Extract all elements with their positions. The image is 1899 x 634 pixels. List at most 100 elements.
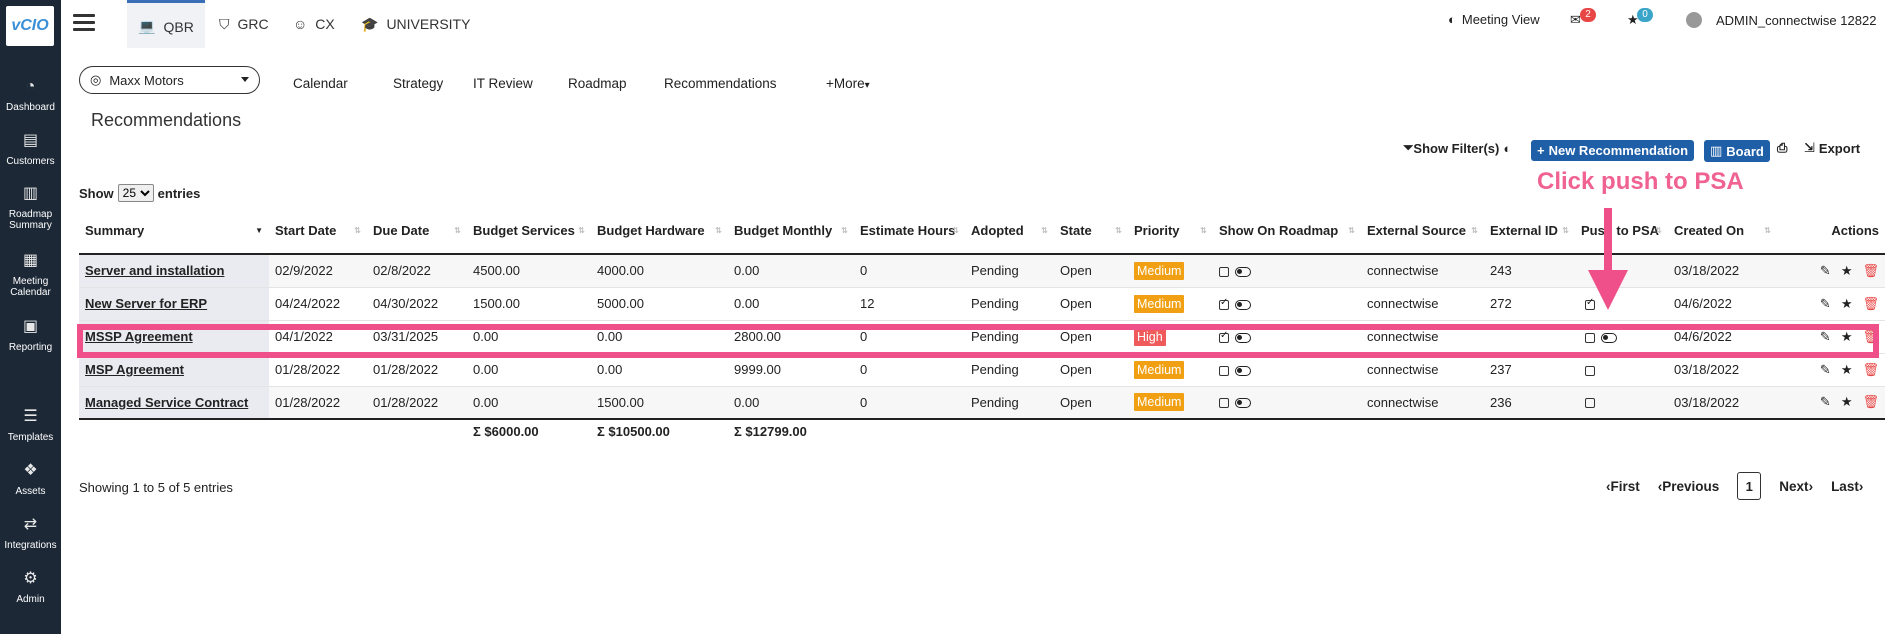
subnav-more[interactable]: +More▾	[826, 76, 870, 91]
subnav-calendar[interactable]: Calendar	[293, 76, 348, 91]
star-icon[interactable]: ★	[1841, 263, 1853, 278]
sidebar-item-dashboard[interactable]: ◔ Dashboard	[0, 78, 61, 113]
col-budget-services[interactable]: Budget Services ⇅	[467, 208, 591, 255]
trash-icon[interactable]: 🗑	[1862, 263, 1879, 278]
push-to-psa-checkbox[interactable]	[1585, 365, 1595, 376]
col-estimate-hours[interactable]: Estimate Hours ⇅	[854, 208, 965, 255]
col-push-to-psa[interactable]: Push to PSA ⇅	[1575, 208, 1668, 255]
export-button[interactable]: ⇲ Export	[1804, 140, 1860, 156]
totals-row: Σ $6000.00 Σ $10500.00 Σ $12799.00	[79, 418, 1885, 443]
trash-icon[interactable]: 🗑	[1862, 296, 1879, 311]
cell-priority: Medium	[1128, 385, 1213, 419]
meeting-view-toggle[interactable]: ◐ Meeting View	[1448, 12, 1540, 27]
sidebar-item-templates[interactable]: ☰ Templates	[0, 408, 61, 443]
meeting-view-label: Meeting View	[1461, 12, 1540, 27]
edit-icon[interactable]: ✎	[1820, 362, 1831, 377]
sidebar-item-label: Templates	[7, 432, 54, 443]
col-summary[interactable]: Summary ▼	[79, 208, 269, 255]
col-due-date[interactable]: Due Date ⇅	[367, 208, 467, 255]
roadmap-checkbox[interactable]	[1219, 398, 1229, 409]
col-priority[interactable]: Priority ⇅	[1128, 208, 1213, 255]
subnav-recommendations[interactable]: Recommendations	[664, 76, 777, 91]
col-external-source[interactable]: External Source ⇅	[1361, 208, 1484, 255]
cell-external-source: connectwise	[1361, 286, 1484, 320]
cell-budget-monthly: 0.00	[728, 385, 854, 419]
favorites-button[interactable]: ★ 0	[1627, 8, 1653, 28]
mail-count-badge: 2	[1580, 8, 1596, 22]
smile-icon: ☺	[293, 16, 308, 32]
row-summary-link[interactable]: New Server for ERP	[79, 286, 269, 320]
roadmap-toggle[interactable]	[1235, 299, 1251, 310]
edit-icon[interactable]: ✎	[1820, 394, 1831, 409]
roadmap-checkbox[interactable]	[1219, 365, 1229, 376]
show-filters-toggle[interactable]: ⏷ Show Filter(s) ◐	[1403, 140, 1511, 156]
sidebar-item-assets[interactable]: ❖ Assets	[0, 462, 61, 497]
edit-icon[interactable]: ✎	[1820, 263, 1831, 278]
next-page-link[interactable]: Next›	[1779, 479, 1813, 494]
trash-icon[interactable]: 🗑	[1862, 394, 1879, 409]
previous-page-link[interactable]: ‹Previous	[1658, 479, 1720, 494]
roadmap-toggle[interactable]	[1235, 266, 1251, 277]
col-state[interactable]: State ⇅	[1054, 208, 1128, 255]
sidebar-item-reporting[interactable]: ▣ Reporting	[0, 318, 61, 353]
entries-select[interactable]: 25	[117, 184, 154, 202]
tab-label: UNIVERSITY	[386, 16, 471, 32]
roadmap-checkbox[interactable]	[1219, 266, 1229, 277]
first-page-link[interactable]: ‹First	[1606, 479, 1640, 494]
sidebar-item-meeting-calendar[interactable]: ▦ Meeting Calendar	[0, 252, 61, 298]
roadmap-toggle[interactable]	[1235, 398, 1251, 409]
cell-state: Open	[1054, 385, 1128, 419]
sidebar-item-admin[interactable]: ⚙ Admin	[0, 570, 61, 605]
cell-estimate-hours: 0	[854, 253, 965, 287]
sidebar-item-customers[interactable]: ▤ Customers	[0, 132, 61, 167]
hamburger-menu-icon[interactable]	[73, 14, 95, 31]
tab-cx[interactable]: ☺ CX	[293, 0, 335, 48]
tab-university[interactable]: 🎓 UNIVERSITY	[361, 0, 470, 48]
more-label: +More	[826, 76, 865, 91]
col-external-id[interactable]: External ID ⇅	[1484, 208, 1575, 255]
gauge-icon: ◔	[25, 78, 36, 95]
board-button[interactable]: ▥ Board	[1704, 140, 1770, 162]
trash-icon[interactable]: 🗑	[1862, 362, 1879, 377]
col-start-date[interactable]: Start Date ⇅	[269, 208, 367, 255]
report-icon: ▣	[22, 318, 39, 335]
cell-show-on-roadmap	[1213, 286, 1361, 320]
col-show-on-roadmap[interactable]: Show On Roadmap ⇅	[1213, 208, 1361, 255]
sidebar-item-label: Meeting Calendar	[10, 276, 51, 298]
priority-badge: Medium	[1134, 261, 1185, 280]
col-budget-monthly[interactable]: Budget Monthly ⇅	[728, 208, 854, 255]
roadmap-checkbox[interactable]	[1219, 297, 1229, 310]
row-summary-link[interactable]: Managed Service Contract	[79, 385, 269, 419]
cell-due-date: 01/28/2022	[367, 385, 467, 419]
col-created-on[interactable]: Created On ⇅	[1668, 208, 1777, 255]
new-recommendation-button[interactable]: + New Recommendation	[1531, 140, 1695, 161]
star-icon[interactable]: ★	[1841, 362, 1853, 377]
cell-adopted: Pending	[965, 385, 1054, 419]
col-adopted[interactable]: Adopted ⇅	[965, 208, 1054, 255]
pagination: ‹First ‹Previous 1 Next› Last›	[1606, 472, 1863, 500]
col-budget-hardware[interactable]: Budget Hardware ⇅	[591, 208, 728, 255]
sidebar-item-integrations[interactable]: ⇄ Integrations	[0, 516, 61, 551]
subnav-it-review[interactable]: IT Review	[473, 76, 533, 91]
sidebar-item-roadmap-summary[interactable]: ▥ Roadmap Summary	[0, 185, 61, 231]
user-menu[interactable]: ADMIN_connectwise 12822	[1686, 12, 1876, 28]
vcio-logo[interactable]: vCIO	[6, 6, 54, 46]
client-select[interactable]: ◎ Maxx Motors	[79, 66, 260, 94]
cell-due-date: 02/8/2022	[367, 253, 467, 287]
edit-icon[interactable]: ✎	[1820, 296, 1831, 311]
push-to-psa-checkbox[interactable]	[1585, 398, 1595, 409]
cell-state: Open	[1054, 253, 1128, 287]
subnav-strategy[interactable]: Strategy	[393, 76, 443, 91]
star-icon[interactable]: ★	[1841, 394, 1853, 409]
page-1-button[interactable]: 1	[1737, 472, 1762, 500]
star-icon[interactable]: ★	[1841, 296, 1853, 311]
last-page-link[interactable]: Last›	[1831, 479, 1863, 494]
cell-start-date: 01/28/2022	[269, 385, 367, 419]
print-button[interactable]: ⎙	[1777, 140, 1787, 156]
row-summary-link[interactable]: Server and installation	[79, 253, 269, 287]
roadmap-toggle[interactable]	[1235, 365, 1251, 376]
tab-qbr[interactable]: 💻 QBR	[127, 0, 205, 48]
tab-grc[interactable]: ⛉ GRC	[219, 0, 269, 48]
mail-button[interactable]: ✉ 2	[1570, 8, 1596, 28]
subnav-roadmap[interactable]: Roadmap	[568, 76, 627, 91]
